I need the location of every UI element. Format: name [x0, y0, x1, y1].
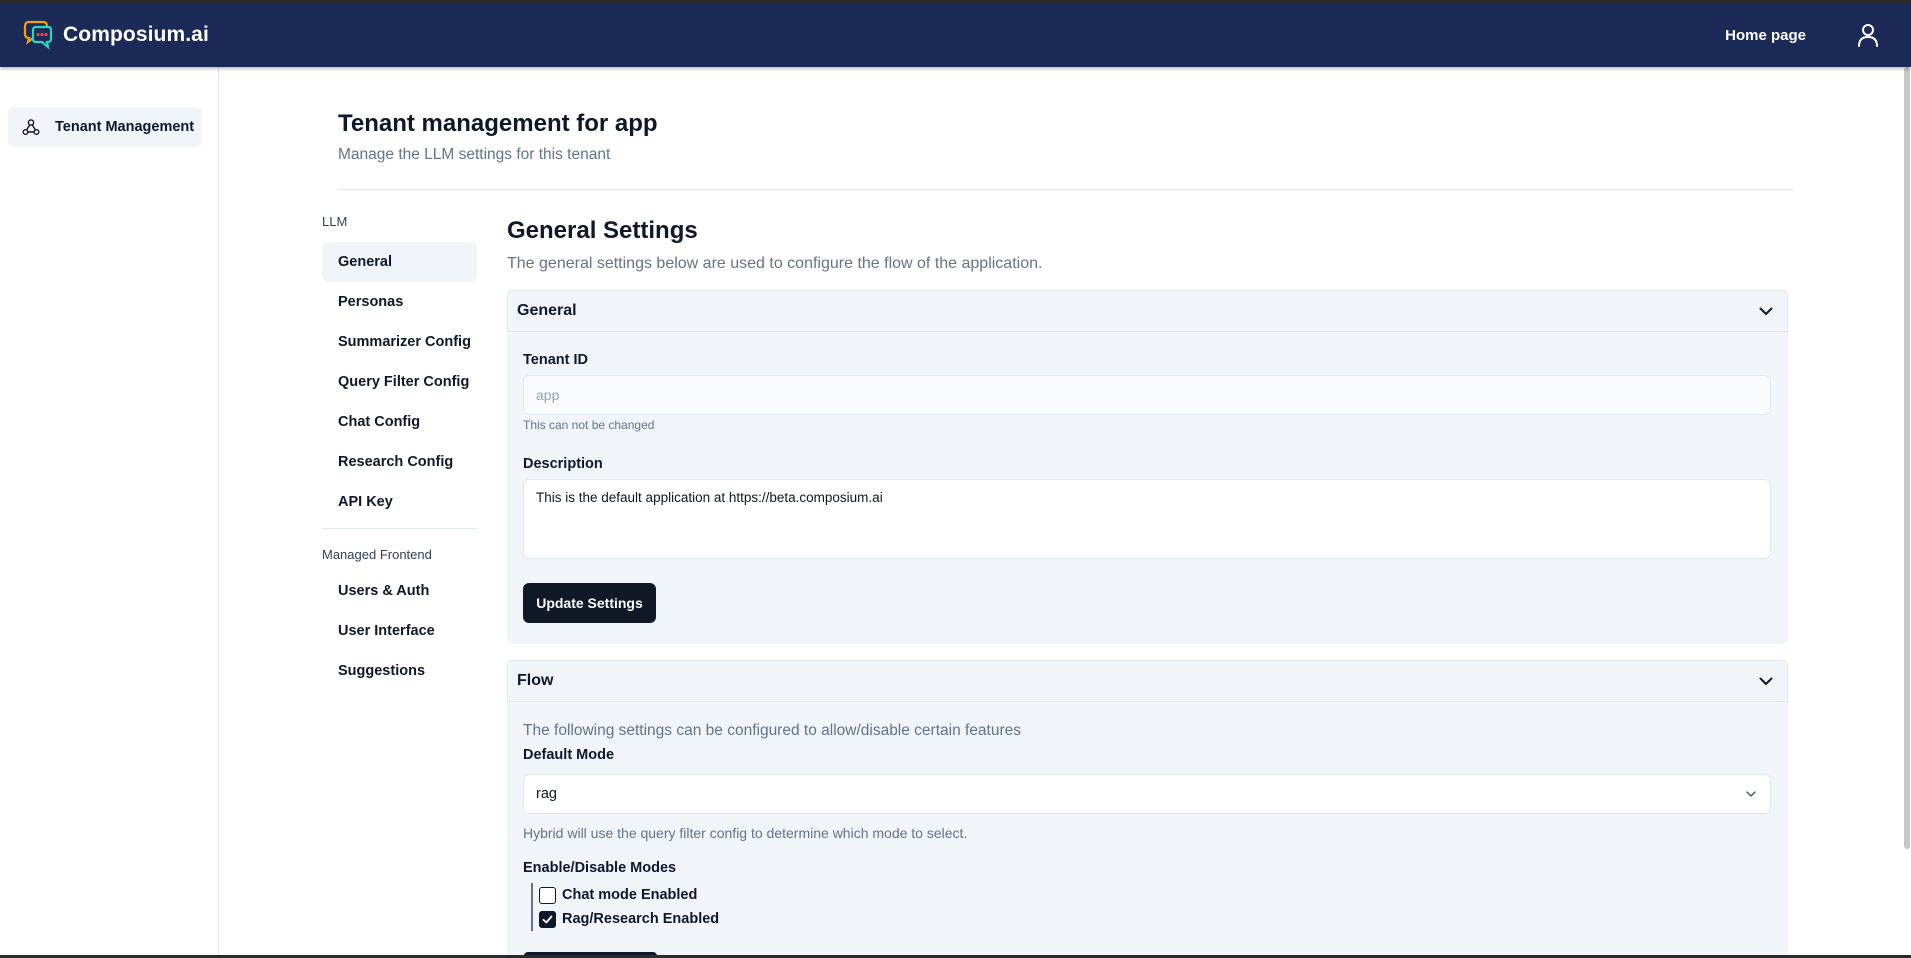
sidebar-item-tenant-management[interactable]: Tenant Management	[8, 107, 202, 147]
chevron-down-icon	[1759, 677, 1773, 685]
modes-checkbox-group: Chat mode Enabled Rag/Research Enabled	[531, 883, 1772, 931]
subnav-group-label-managed-frontend: Managed Frontend	[322, 547, 432, 562]
rag-research-label: Rag/Research Enabled	[562, 911, 720, 927]
chat-mode-checkbox[interactable]	[539, 886, 556, 904]
tenant-id-label: Tenant ID	[523, 352, 588, 368]
chevron-down-icon	[1759, 307, 1773, 315]
flow-panel: Flow The following settings can be confi…	[507, 660, 1788, 958]
page-subtitle: Manage the LLM settings for this tenant	[338, 146, 611, 163]
header-divider	[338, 189, 1794, 190]
page-title: Tenant management for app	[338, 110, 658, 137]
chat-mode-option[interactable]: Chat mode Enabled	[539, 883, 1772, 907]
chat-mode-label: Chat mode Enabled	[562, 887, 698, 903]
tenant-id-hint: This can not be changed	[523, 418, 655, 432]
general-panel: General Tenant ID This can not be change…	[507, 290, 1788, 644]
page-header: Tenant management for app Manage the LLM…	[338, 110, 658, 164]
description-label: Description	[523, 456, 603, 472]
general-panel-title: General	[517, 302, 577, 319]
subnav-item-summarizer-config[interactable]: Summarizer Config	[322, 322, 477, 362]
scrollbar-thumb[interactable]	[1904, 67, 1910, 849]
sidebar: Tenant Management	[0, 67, 219, 958]
section-title: General Settings	[507, 217, 698, 244]
subnav-item-chat-config[interactable]: Chat Config	[322, 402, 477, 442]
subnav-item-user-interface[interactable]: User Interface	[322, 611, 477, 651]
default-mode-label: Default Mode	[523, 747, 615, 763]
flow-intro: The following settings can be configured…	[523, 722, 1022, 739]
flow-panel-title: Flow	[517, 672, 554, 689]
top-navbar: Composium.ai Home page	[0, 3, 1911, 67]
rag-research-option[interactable]: Rag/Research Enabled	[539, 907, 1772, 931]
home-page-link[interactable]: Home page	[1725, 27, 1806, 44]
section-subtitle: The general settings below are used to c…	[507, 255, 1043, 272]
modes-label: Enable/Disable Modes	[523, 860, 677, 876]
user-icon[interactable]	[1854, 21, 1882, 49]
subnav-item-suggestions[interactable]: Suggestions	[322, 651, 477, 691]
update-settings-button[interactable]: Update Settings	[523, 583, 656, 623]
tenant-id-input[interactable]	[523, 375, 1771, 415]
subnav-item-users-auth[interactable]: Users & Auth	[322, 571, 477, 611]
flow-panel-header[interactable]: Flow	[507, 660, 1788, 702]
subnav-item-research-config[interactable]: Research Config	[322, 442, 477, 482]
chevron-down-icon	[1746, 791, 1756, 797]
settings-subnav: LLM General Personas Summarizer Config Q…	[322, 212, 477, 691]
subnav-item-personas[interactable]: Personas	[322, 282, 477, 322]
general-panel-header[interactable]: General	[507, 290, 1788, 332]
subnav-item-query-filter-config[interactable]: Query Filter Config	[322, 362, 477, 402]
page-scrollbar[interactable]	[1902, 67, 1911, 850]
checkmark-icon	[542, 915, 553, 923]
default-mode-hint: Hybrid will use the query filter config …	[523, 825, 968, 841]
chat-bubbles-logo-icon	[23, 20, 53, 50]
users-network-icon	[22, 119, 40, 135]
default-mode-value: rag	[536, 786, 557, 802]
brand-name: Composium.ai	[63, 23, 209, 46]
subnav-item-api-key[interactable]: API Key	[322, 482, 477, 522]
rag-research-checkbox[interactable]	[539, 910, 556, 928]
subnav-item-general[interactable]: General	[322, 242, 477, 282]
brand[interactable]: Composium.ai	[21, 18, 209, 52]
sidebar-item-label: Tenant Management	[55, 119, 195, 135]
main-heading: General Settings The general settings be…	[507, 217, 1788, 273]
description-field[interactable]: This is the default application at https…	[523, 479, 1771, 559]
subnav-group-label-llm: LLM	[322, 214, 348, 229]
subnav-divider	[322, 528, 477, 529]
default-mode-select[interactable]: rag	[523, 774, 1771, 814]
